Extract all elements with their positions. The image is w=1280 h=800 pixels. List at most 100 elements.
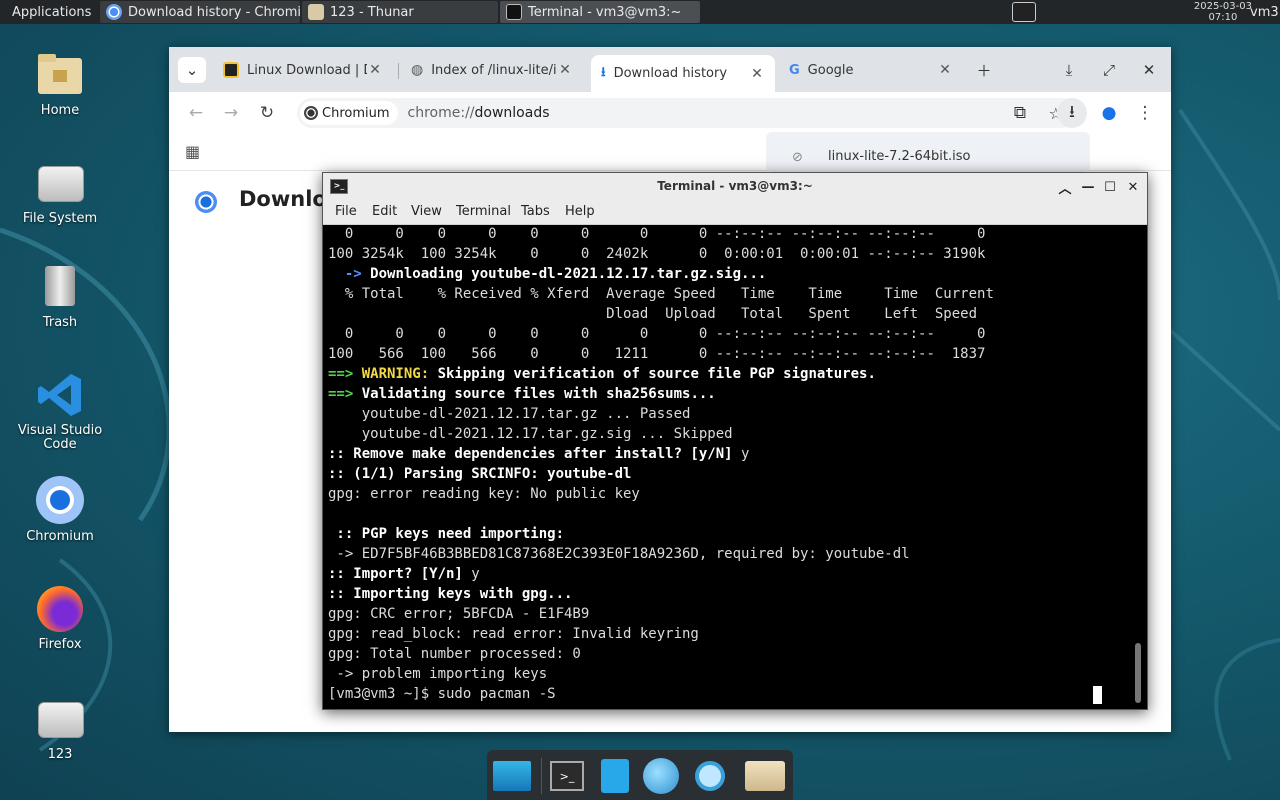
menu-button[interactable]: ⋮ bbox=[1130, 98, 1160, 128]
terminal-line-segment: gpg: error reading key: No public key bbox=[328, 486, 640, 502]
desktop-icon-label: 123 bbox=[47, 747, 73, 762]
tab-linux-download[interactable]: Linux Download | De ✕ bbox=[213, 55, 393, 85]
close-icon[interactable]: ✕ bbox=[937, 62, 953, 78]
desktop-icon-label: Firefox bbox=[38, 637, 82, 652]
url-text: chrome://downloads bbox=[408, 105, 550, 121]
desktop-icon-label: Trash bbox=[42, 315, 78, 330]
terminal-minimize-button[interactable]: — bbox=[1078, 177, 1098, 197]
menu-file[interactable]: File bbox=[335, 204, 357, 219]
desktop-icon-label: Home bbox=[40, 103, 80, 118]
menu-edit[interactable]: Edit bbox=[372, 204, 397, 219]
person-icon: ● bbox=[1101, 103, 1117, 123]
menu-tabs[interactable]: Tabs bbox=[521, 204, 550, 219]
terminal-line: -> ED7F5BF46B3BBED81C87368E2C393E0F18A92… bbox=[328, 544, 1128, 564]
dock-show-desktop[interactable] bbox=[492, 756, 532, 796]
forward-button[interactable]: → bbox=[216, 98, 246, 128]
close-icon[interactable]: ✕ bbox=[557, 62, 573, 78]
tab-separator bbox=[398, 63, 399, 79]
maximize-icon: ⤢ bbox=[1102, 61, 1115, 79]
terminal-line: % Total % Received % Xferd Average Speed… bbox=[328, 284, 1128, 304]
terminal-cursor bbox=[1093, 686, 1102, 704]
dock-folder[interactable] bbox=[745, 756, 785, 796]
terminal-line: gpg: CRC error; 5BFCDA - E1F4B9 bbox=[328, 604, 1128, 624]
download-bubble[interactable]: ⊘ linux-lite-7.2-64bit.iso bbox=[766, 132, 1090, 172]
site-info-chip[interactable]: Chromium bbox=[300, 101, 398, 125]
user-menu[interactable]: vm3 bbox=[1248, 0, 1280, 24]
download-blocked-icon: ⊘ bbox=[792, 150, 803, 165]
tab-google[interactable]: G Google ✕ bbox=[779, 55, 963, 85]
terminal-line-segment: 0 0 0 0 0 0 0 0 --:--:-- --:--:-- --:--:… bbox=[328, 226, 986, 242]
menu-help[interactable]: Help bbox=[565, 204, 595, 219]
desktop-icon-label: File System bbox=[22, 211, 98, 226]
close-icon[interactable]: ✕ bbox=[749, 66, 765, 82]
tab-search-button[interactable]: ⌄ bbox=[178, 57, 206, 83]
menu-terminal[interactable]: Terminal bbox=[456, 204, 511, 219]
close-icon[interactable]: ✕ bbox=[367, 62, 383, 78]
terminal-line-segment: Skipping verification of source file PGP… bbox=[437, 366, 876, 382]
terminal-line: gpg: read_block: read error: Invalid key… bbox=[328, 624, 1128, 644]
terminal-close-button[interactable]: ✕ bbox=[1123, 177, 1143, 197]
window-close-button[interactable]: ✕ bbox=[1135, 57, 1163, 83]
terminal-window: >_ Terminal - vm3@vm3:~ ︿ — ☐ ✕ File Edi… bbox=[322, 172, 1148, 710]
applications-menu-button[interactable]: Applications ⋮ bbox=[0, 0, 98, 24]
terminal-line: youtube-dl-2021.12.17.tar.gz ... Passed bbox=[328, 404, 1128, 424]
window-minimize-button[interactable]: ⤓ bbox=[1055, 57, 1083, 83]
terminal-shade-button[interactable]: ︿ bbox=[1055, 177, 1075, 197]
apps-grid-icon[interactable]: ▦ bbox=[185, 142, 200, 161]
dock-file-manager[interactable] bbox=[595, 756, 635, 796]
terminal-titlebar[interactable]: >_ Terminal - vm3@vm3:~ ︿ — ☐ ✕ bbox=[323, 173, 1147, 200]
terminal-line: 100 3254k 100 3254k 0 0 2402k 0 0:00:01 … bbox=[328, 244, 1128, 264]
download-icon: ⭳ bbox=[1069, 101, 1075, 122]
terminal-maximize-button[interactable]: ☐ bbox=[1100, 177, 1120, 197]
new-tab-button[interactable]: ＋ bbox=[970, 57, 998, 83]
home-folder-icon bbox=[35, 50, 85, 100]
terminal-line: gpg: error reading key: No public key bbox=[328, 484, 1128, 504]
terminal-line-segment: :: Importing keys with gpg... bbox=[328, 586, 573, 602]
file-manager-icon bbox=[601, 759, 629, 793]
desktop-icon-chromium[interactable]: Chromium bbox=[10, 476, 110, 544]
terminal-icon bbox=[1012, 2, 1036, 22]
profile-button[interactable]: ● bbox=[1094, 98, 1124, 128]
terminal-line: :: Remove make dependencies after instal… bbox=[328, 444, 1128, 464]
desktop-icon-vscode[interactable]: Visual Studio Code bbox=[10, 370, 110, 452]
panel-clock[interactable]: 2025-03-03 07:10 bbox=[1194, 0, 1252, 25]
terminal-line: :: (1/1) Parsing SRCINFO: youtube-dl bbox=[328, 464, 1128, 484]
dock-app-finder[interactable] bbox=[690, 756, 730, 796]
taskbar-item-thunar[interactable]: 123 - Thunar bbox=[302, 1, 498, 23]
tab-download-history[interactable]: ⭳ Download history ✕ bbox=[591, 55, 775, 92]
dock-terminal[interactable]: >_ bbox=[547, 756, 587, 796]
dock-web-browser[interactable] bbox=[641, 756, 681, 796]
terminal-line-segment: :: (1/1) Parsing SRCINFO: youtube-dl bbox=[328, 466, 632, 482]
terminal-line-segment: 100 3254k 100 3254k 0 0 2402k 0 0:00:01 … bbox=[328, 246, 986, 262]
desktop-icon-firefox[interactable]: Firefox bbox=[10, 584, 110, 652]
chromium-icon bbox=[35, 476, 85, 526]
tab-title: Download history bbox=[613, 66, 728, 81]
top-panel: Applications ⋮ Download history - Chromi… bbox=[0, 0, 1280, 24]
extensions-button[interactable]: ⧉ bbox=[1005, 98, 1035, 128]
terminal-line-segment: gpg: CRC error; 5BFCDA - E1F4B9 bbox=[328, 606, 590, 622]
menu-view[interactable]: View bbox=[411, 204, 442, 219]
reload-button[interactable]: ↻ bbox=[252, 98, 282, 128]
desktop-icon-123[interactable]: 123 bbox=[10, 694, 110, 762]
desktop-icon-file-system[interactable]: File System bbox=[10, 158, 110, 226]
tab-index-of[interactable]: ◍ Index of /linux-lite/is ✕ bbox=[401, 55, 583, 85]
terminal-output[interactable]: 0 0 0 0 0 0 0 0 --:--:-- --:--:-- --:--:… bbox=[328, 224, 1128, 708]
terminal-line: ==> Validating source files with sha256s… bbox=[328, 384, 1128, 404]
terminal-line-segment: Downloading youtube-dl-2021.12.17.tar.gz… bbox=[370, 266, 767, 282]
browser-icon bbox=[643, 758, 679, 794]
panel-terminal-launcher[interactable] bbox=[1006, 0, 1040, 24]
terminal-line-segment: -> bbox=[328, 266, 371, 282]
terminal-line: -> Downloading youtube-dl-2021.12.17.tar… bbox=[328, 264, 1128, 284]
site-chip-label: Chromium bbox=[322, 105, 390, 121]
terminal-icon: >_ bbox=[550, 761, 584, 791]
desktop-icon-home[interactable]: Home bbox=[10, 50, 110, 118]
back-button[interactable]: ← bbox=[181, 98, 211, 128]
desktop-icon-trash[interactable]: Trash bbox=[10, 262, 110, 330]
taskbar-item-terminal[interactable]: Terminal - vm3@vm3:~ bbox=[500, 1, 700, 23]
taskbar-item-chromium[interactable]: Download history - Chromi… bbox=[100, 1, 300, 23]
terminal-scrollbar[interactable] bbox=[1135, 643, 1141, 703]
address-bar[interactable]: Chromium chrome://downloads ☆ bbox=[297, 98, 1077, 128]
terminal-line-segment: 100 566 100 566 0 0 1211 0 --:--:-- --:-… bbox=[328, 346, 986, 362]
downloads-button[interactable]: ⭳ bbox=[1057, 98, 1087, 128]
window-maximize-button[interactable]: ⤢ bbox=[1095, 57, 1123, 83]
